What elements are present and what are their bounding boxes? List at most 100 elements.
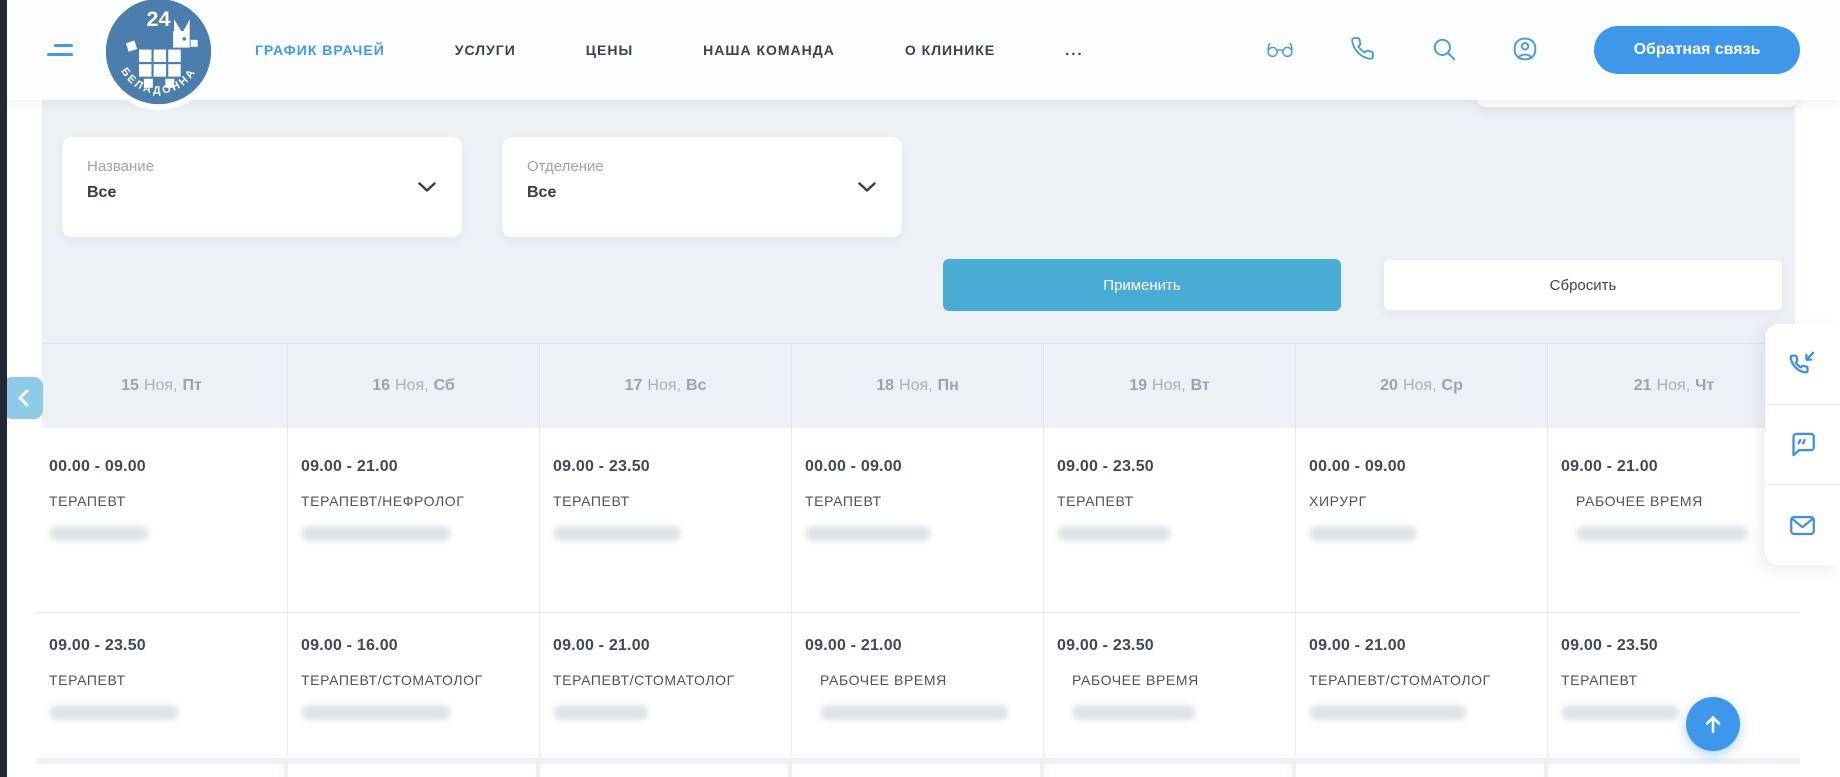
shift-time: 00.00 - 09.00 <box>49 458 273 476</box>
chevron-left-icon <box>17 389 30 407</box>
doctor-name-blurred <box>820 705 1008 720</box>
doctor-name-blurred <box>1576 526 1748 541</box>
doctor-name-blurred <box>1309 526 1417 541</box>
hamburger-menu-icon[interactable] <box>41 42 69 58</box>
doctor-name-blurred <box>301 705 451 720</box>
shift-time: 09.00 - 16.00 <box>301 637 525 655</box>
shift-time: 00.00 - 09.00 <box>1309 458 1533 476</box>
feedback-button[interactable]: Обратная связь <box>1594 26 1800 74</box>
schedule-cell: 09.00 - 21.00 ТЕРАПЕВТ/СТОМАТОЛОГ <box>540 613 792 758</box>
shift-time: 09.00 - 23.50 <box>1561 637 1786 655</box>
doctor-name-blurred <box>553 705 648 720</box>
filter-department-value: Все <box>527 184 902 202</box>
scroll-to-top-button[interactable] <box>1686 697 1740 751</box>
doctor-name-blurred <box>805 526 931 541</box>
date-header: 19Ноя,Вт <box>1044 343 1296 428</box>
schedule-cell: 09.00 - 21.00 РАБОЧЕЕ ВРЕМЯ <box>1548 428 1800 613</box>
account-icon[interactable] <box>1511 36 1539 64</box>
schedule-cell: 09.00 - 23.50 РАБОЧЕЕ ВРЕМЯ <box>1044 613 1296 758</box>
doctor-specialty: ХИРУРГ <box>1309 493 1533 509</box>
doctor-name-blurred <box>1072 705 1196 720</box>
doctor-specialty: ТЕРАПЕВТ/СТОМАТОЛОГ <box>1309 672 1533 688</box>
apply-button[interactable]: Применить <box>943 259 1341 311</box>
schedule-cell: 09.00 - 23.50 ТЕРАПЕВТ <box>36 613 288 758</box>
arrow-up-icon <box>1700 711 1726 737</box>
filter-department-label: Отделение <box>527 158 902 175</box>
doctor-specialty: РАБОЧЕЕ ВРЕМЯ <box>820 672 1029 688</box>
doctor-name-blurred <box>1561 705 1679 720</box>
phone-icon[interactable] <box>1348 36 1376 64</box>
date-header: 20Ноя,Ср <box>1296 343 1548 428</box>
date-header: 17Ноя,Вс <box>540 343 792 428</box>
schedule-cell: 09.00 - 23.50 ТЕРАПЕВТ <box>540 428 792 613</box>
shift-time: 09.00 - 21.00 <box>1309 637 1533 655</box>
doctor-specialty: РАБОЧЕЕ ВРЕМЯ <box>1576 493 1786 509</box>
shift-time: 09.00 - 21.00 <box>301 458 525 476</box>
doctor-name-blurred <box>553 526 681 541</box>
doctor-specialty: ТЕРАПЕВТ <box>1561 672 1786 688</box>
shift-time: 09.00 - 21.00 <box>1561 458 1786 476</box>
schedule-cell: 09.00 - 16.00 ТЕРАПЕВТ/СТОМАТОЛОГ <box>288 613 540 758</box>
schedule-cell: 09.00 - 23.50 ТЕРАПЕВТ <box>1548 613 1800 758</box>
doctor-name-blurred <box>49 526 149 541</box>
nav-item-team[interactable]: НАША КОМАНДА <box>703 42 835 58</box>
doctor-name-blurred <box>301 526 451 541</box>
scroll-week-left-button[interactable] <box>3 377 43 419</box>
reset-button[interactable]: Сбросить <box>1383 259 1783 311</box>
chevron-down-icon <box>858 182 876 192</box>
doctor-specialty: РАБОЧЕЕ ВРЕМЯ <box>1072 672 1281 688</box>
nav-item-more[interactable]: ... <box>1065 42 1084 59</box>
date-header: 16Ноя,Сб <box>288 343 540 428</box>
doctor-specialty: ТЕРАПЕВТ <box>49 493 273 509</box>
nav-item-schedule[interactable]: ГРАФИК ВРАЧЕЙ <box>255 42 385 58</box>
shift-time: 09.00 - 23.50 <box>553 458 777 476</box>
schedule-row: 09.00 - 23.50 ТЕРАПЕВТ 09.00 - 16.00 ТЕР… <box>36 613 1800 758</box>
callback-phone-icon[interactable] <box>1765 324 1840 405</box>
schedule-cell: 00.00 - 09.00 ХИРУРГ <box>1296 428 1548 613</box>
doctor-specialty: ТЕРАПЕВТ <box>49 672 273 688</box>
date-header: 21Ноя,Чт <box>1548 343 1800 428</box>
shift-time: 09.00 - 23.50 <box>49 637 273 655</box>
shift-time: 00.00 - 09.00 <box>805 458 1029 476</box>
chevron-down-icon <box>418 182 436 192</box>
date-header: 15Ноя,Пт <box>36 343 288 428</box>
doctor-specialty: ТЕРАПЕВТ/СТОМАТОЛОГ <box>553 672 777 688</box>
main-nav: ГРАФИК ВРАЧЕЙ УСЛУГИ ЦЕНЫ НАША КОМАНДА О… <box>255 0 1084 100</box>
schedule-grid: 00.00 - 09.00 ТЕРАПЕВТ 09.00 - 21.00 ТЕР… <box>36 428 1800 758</box>
doctor-name-blurred <box>1309 705 1467 720</box>
schedule-cell: 09.00 - 23.50 ТЕРАПЕВТ <box>1044 428 1296 613</box>
next-row-partial <box>36 764 1800 777</box>
nav-item-about[interactable]: О КЛИНИКЕ <box>905 42 995 58</box>
schedule-cell: 09.00 - 21.00 ТЕРАПЕВТ/СТОМАТОЛОГ <box>1296 613 1548 758</box>
nav-item-services[interactable]: УСЛУГИ <box>455 42 516 58</box>
contact-side-panel <box>1765 324 1840 565</box>
left-dark-edge <box>0 0 7 777</box>
doctor-specialty: ТЕРАПЕВТ/НЕФРОЛОГ <box>301 493 525 509</box>
filter-name-select[interactable]: Название Все <box>62 137 462 237</box>
shift-time: 09.00 - 21.00 <box>553 637 777 655</box>
clinic-logo[interactable]: 24 БЕЛАДОННА <box>100 0 217 110</box>
email-icon[interactable] <box>1765 485 1840 565</box>
schedule-cell: 00.00 - 09.00 ТЕРАПЕВТ <box>36 428 288 613</box>
shift-time: 09.00 - 23.50 <box>1057 458 1281 476</box>
doctor-specialty: ТЕРАПЕВТ <box>1057 493 1281 509</box>
doctor-name-blurred <box>1057 526 1171 541</box>
doctor-specialty: ТЕРАПЕВТ/СТОМАТОЛОГ <box>301 672 525 688</box>
doctor-name-blurred <box>49 705 179 720</box>
filter-department-select[interactable]: Отделение Все <box>502 137 902 237</box>
shift-time: 09.00 - 21.00 <box>805 637 1029 655</box>
schedule-cell: 00.00 - 09.00 ТЕРАПЕВТ <box>792 428 1044 613</box>
schedule-cell: 09.00 - 21.00 РАБОЧЕЕ ВРЕМЯ <box>792 613 1044 758</box>
filter-name-label: Название <box>87 158 462 175</box>
logo-24-text: 24 <box>147 7 171 31</box>
date-header-row: 15Ноя,Пт 16Ноя,Сб 17Ноя,Вс 18Ноя,Пн 19Но… <box>36 343 1800 428</box>
nav-item-prices[interactable]: ЦЕНЫ <box>586 42 633 58</box>
schedule-cell: 09.00 - 21.00 ТЕРАПЕВТ/НЕФРОЛОГ <box>288 428 540 613</box>
accessibility-glasses-icon[interactable] <box>1266 36 1294 64</box>
doctor-specialty: ТЕРАПЕВТ <box>553 493 777 509</box>
filter-name-value: Все <box>87 184 462 202</box>
search-icon[interactable] <box>1430 36 1458 64</box>
chat-icon[interactable] <box>1765 405 1840 486</box>
doctor-specialty: ТЕРАПЕВТ <box>805 493 1029 509</box>
date-header: 18Ноя,Пн <box>792 343 1044 428</box>
